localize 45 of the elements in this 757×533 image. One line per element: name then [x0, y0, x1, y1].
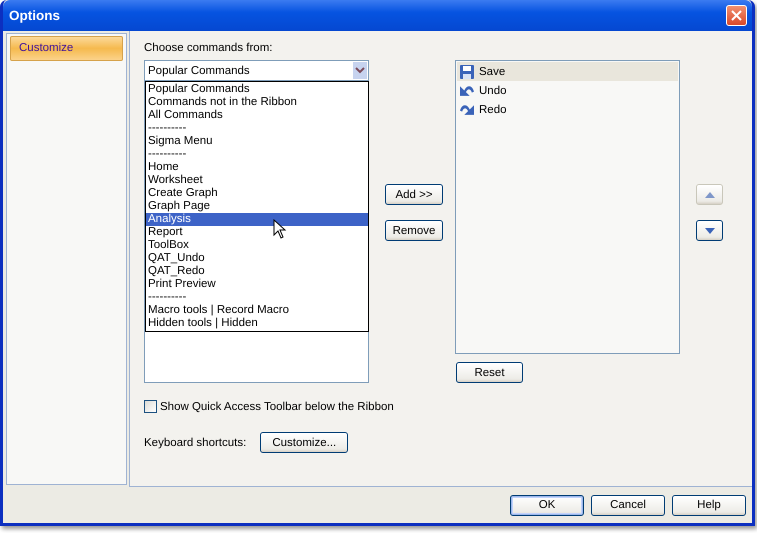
dropdown-option[interactable]: ----------: [146, 122, 368, 135]
add-button[interactable]: Add >>: [385, 184, 443, 205]
dropdown-option[interactable]: Home: [146, 161, 368, 174]
dropdown-option[interactable]: QAT_Undo: [146, 252, 368, 265]
toolbar-list-item[interactable]: Save: [457, 62, 678, 81]
dropdown-option[interactable]: Commands not in the Ribbon: [146, 96, 368, 109]
up-triangle-icon: [704, 192, 714, 198]
checkbox[interactable]: [144, 400, 157, 413]
commands-dropdown[interactable]: Popular Commands: [144, 60, 369, 81]
sidebar-item[interactable]: Customize: [10, 36, 123, 61]
dropdown-option[interactable]: ToolBox: [146, 239, 368, 252]
dropdown-option[interactable]: Hidden tools | Hidden: [146, 317, 368, 330]
redo-arrow-icon: [460, 104, 474, 115]
dropdown-option[interactable]: All Commands: [146, 109, 368, 122]
dropdown-option[interactable]: Create Graph: [146, 187, 368, 200]
remove-button[interactable]: Remove: [385, 220, 443, 241]
toolbar-list-item[interactable]: Redo: [457, 100, 678, 119]
undo-arrow-icon: [460, 85, 474, 96]
dropdown-option[interactable]: Worksheet: [146, 174, 368, 187]
move-down-button[interactable]: [696, 220, 723, 241]
reset-button[interactable]: Reset: [456, 362, 523, 383]
checkbox-label: Show Quick Access Toolbar below the Ribbon: [160, 400, 394, 412]
dropdown-option[interactable]: ----------: [146, 148, 368, 161]
dropdown-option[interactable]: ----------: [146, 291, 368, 304]
dialog-button[interactable]: Cancel: [591, 494, 665, 516]
dropdown-option[interactable]: Report: [146, 226, 368, 239]
dropdown-option[interactable]: Print Preview: [146, 278, 368, 291]
down-triangle-icon: [704, 228, 714, 234]
dropdown-option[interactable]: Sigma Menu: [146, 135, 368, 148]
customize-button[interactable]: Customize...: [260, 432, 348, 453]
dropdown-option[interactable]: Analysis: [146, 213, 368, 226]
dialog-button[interactable]: Help: [672, 494, 746, 516]
chevron-down-icon: [353, 62, 367, 79]
toolbar-list-item[interactable]: Undo: [457, 81, 678, 100]
keyboard-shortcuts-label: Keyboard shortcuts:: [144, 436, 246, 448]
dropdown-option[interactable]: Graph Page: [146, 200, 368, 213]
window-title: Options: [9, 8, 60, 23]
dialog-button[interactable]: OK: [510, 494, 584, 516]
close-button[interactable]: [726, 5, 747, 26]
mouse-cursor-icon: [273, 219, 287, 240]
close-icon: [731, 10, 742, 21]
dropdown-option[interactable]: QAT_Redo: [146, 265, 368, 278]
commands-label: Choose commands from:: [144, 42, 274, 56]
dropdown-option[interactable]: Popular Commands: [146, 83, 368, 96]
dropdown-option[interactable]: Macro tools | Record Macro: [146, 304, 368, 317]
